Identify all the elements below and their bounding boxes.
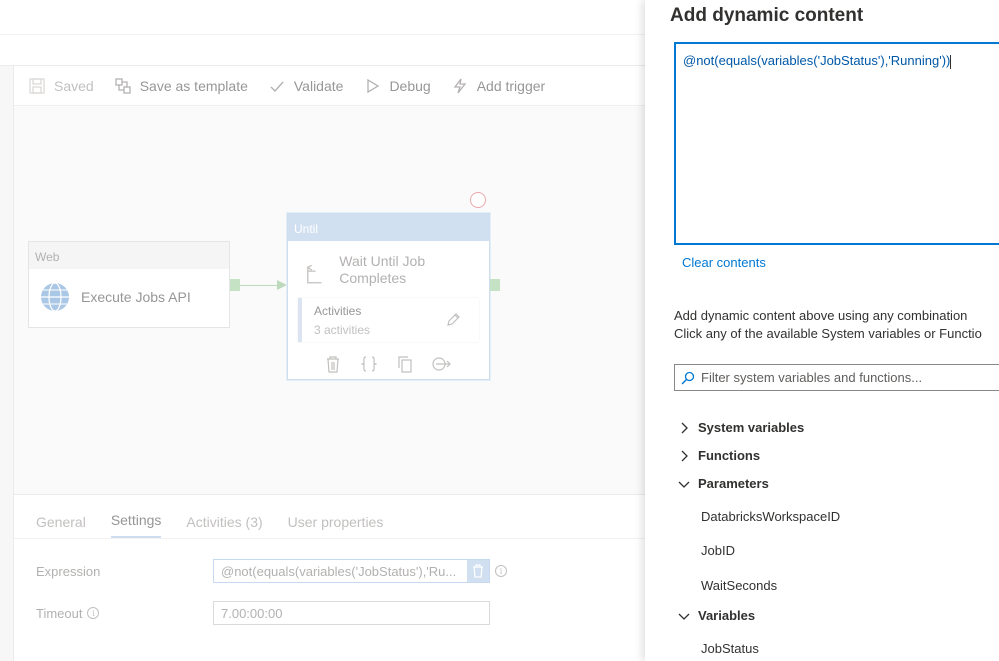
parameter-item[interactable]: JobID: [701, 543, 735, 558]
chevron-right-icon: [681, 450, 688, 461]
filter-search-box[interactable]: [674, 364, 999, 391]
text-caret: [950, 54, 952, 69]
parameter-item[interactable]: WaitSeconds: [701, 578, 777, 593]
help-line-1: Add dynamic content above using any comb…: [674, 308, 968, 323]
variable-item[interactable]: JobStatus: [701, 641, 759, 656]
filter-input[interactable]: [701, 370, 991, 385]
section-variables[interactable]: Variables: [678, 608, 755, 623]
parameter-item[interactable]: DatabricksWorkspaceID: [701, 509, 840, 524]
section-functions[interactable]: Functions: [678, 448, 760, 463]
help-line-2: Click any of the available System variab…: [674, 326, 982, 341]
add-dynamic-content-panel: Add dynamic content @not(equals(variable…: [645, 0, 999, 661]
search-icon: [681, 371, 695, 384]
expression-text: @not(equals(variables('JobStatus'),'Runn…: [683, 53, 951, 68]
pipeline-designer: Saved Save as template Validate Debug Ad…: [0, 0, 645, 661]
help-text: Add dynamic content above using any comb…: [674, 307, 982, 343]
modal-overlay: [0, 0, 645, 661]
panel-title: Add dynamic content: [670, 5, 864, 26]
chevron-down-icon: [678, 613, 690, 620]
clear-contents-link[interactable]: Clear contents: [682, 255, 766, 270]
chevron-down-icon: [678, 481, 690, 488]
section-parameters[interactable]: Parameters: [678, 476, 769, 491]
section-system-variables[interactable]: System variables: [678, 420, 804, 435]
chevron-right-icon: [681, 422, 688, 433]
expression-editor[interactable]: @not(equals(variables('JobStatus'),'Runn…: [674, 42, 999, 245]
